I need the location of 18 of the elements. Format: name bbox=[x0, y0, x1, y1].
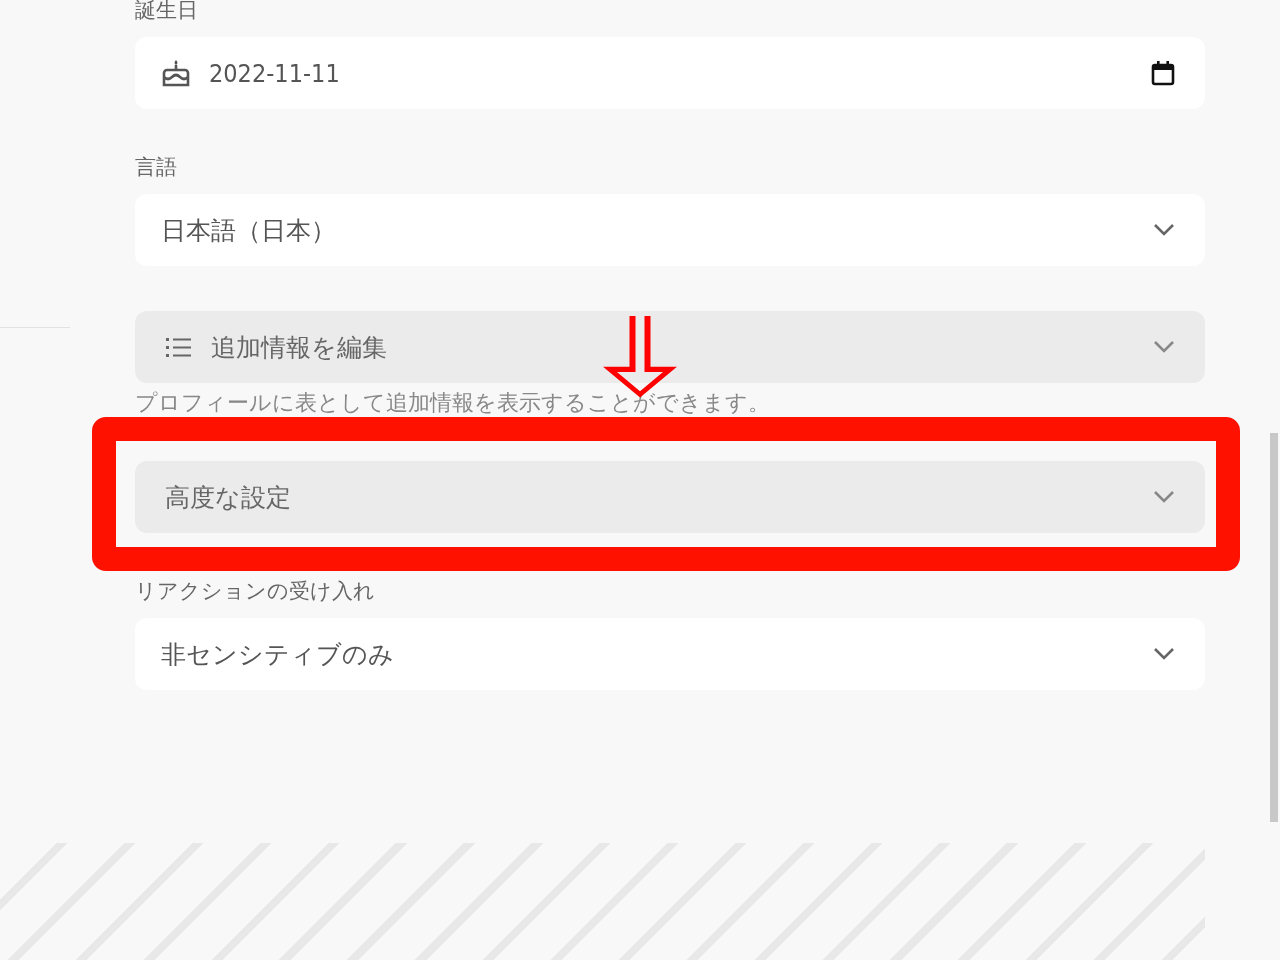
edit-button[interactable]: 追加情報を編集 bbox=[135, 311, 1205, 383]
calendar-icon bbox=[1151, 60, 1175, 86]
chevron-down-icon bbox=[1153, 647, 1175, 661]
list-icon bbox=[165, 335, 193, 359]
field-label: リアクションの受け入れ bbox=[135, 578, 375, 604]
dropdown[interactable]: 日本語（日本） bbox=[135, 194, 1205, 266]
cake-icon bbox=[161, 59, 191, 87]
scrollbar[interactable] bbox=[1270, 433, 1278, 822]
field-label: 誕生日 bbox=[135, 0, 198, 23]
chevron-down-icon bbox=[1153, 223, 1175, 237]
field-label: 言語 bbox=[135, 154, 177, 180]
chevron-down-icon bbox=[1153, 490, 1175, 504]
date-value: 2022-11-11 bbox=[209, 58, 341, 88]
help-text: プロフィールに表として追加情報を表示することができます。 bbox=[135, 390, 770, 416]
folder-header[interactable]: 高度な設定 bbox=[135, 461, 1205, 533]
chevron-down-icon bbox=[1153, 340, 1175, 354]
dropdown[interactable]: 非センシティブのみ bbox=[135, 618, 1205, 690]
date-field[interactable]: 2022-11-11 bbox=[135, 37, 1205, 109]
